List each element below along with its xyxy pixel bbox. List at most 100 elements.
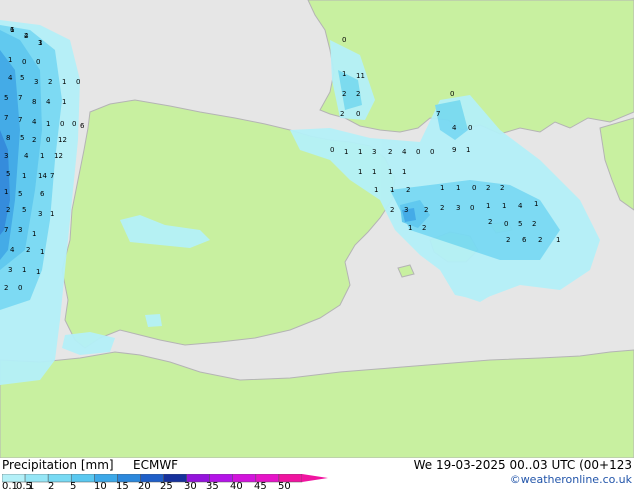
precip-value-label: 4 xyxy=(10,246,15,254)
precip-value-label: 1 xyxy=(456,184,460,192)
precip-value-label: 1 xyxy=(358,168,362,176)
precip-value-label: 0 xyxy=(468,124,472,132)
precip-value-label: 2 xyxy=(26,246,30,254)
precip-value-label: 7 xyxy=(4,226,8,234)
precip-value-label: 4 xyxy=(402,148,407,156)
precip-value-label: 1 xyxy=(46,120,50,128)
precip-value-label: 4 xyxy=(452,124,457,132)
precip-value-label: 0 xyxy=(76,78,80,86)
precip-value-label: 1 xyxy=(402,168,406,176)
precip-value-label: 5 xyxy=(22,206,26,214)
precip-value-label: 1 xyxy=(62,78,66,86)
precip-value-label: 5 xyxy=(518,220,522,228)
precip-value-label: 1 xyxy=(342,70,346,78)
precip-value-label: 4 xyxy=(24,152,29,160)
precip-value-label: 2 xyxy=(6,206,10,214)
precip-value-label: 9 xyxy=(452,146,456,154)
precip-value-label: 14 xyxy=(38,172,47,180)
precip-value-label: 1 xyxy=(534,200,538,208)
precip-value-label: 5 xyxy=(6,170,10,178)
precip-value-label: 1 xyxy=(486,202,490,210)
precip-value-label: 1 xyxy=(40,248,44,256)
precip-value-label: 7 xyxy=(18,94,22,102)
precip-value-label: 1 xyxy=(62,98,66,106)
precip-value-label: 1 xyxy=(440,184,444,192)
precip-value-label: 1 xyxy=(50,210,54,218)
precip-value-label: 2 xyxy=(424,206,428,214)
precip-value-label: 0 xyxy=(342,36,346,44)
precip-value-label: 0 xyxy=(470,204,474,212)
precip-value-label: 0 xyxy=(450,90,454,98)
precip-value-label: 2 xyxy=(48,78,52,86)
footer-model: ECMWF xyxy=(133,458,179,472)
precip-value-label: 4 xyxy=(32,118,37,126)
precip-value-label: 0 xyxy=(356,110,360,118)
footer: Precipitation [mm] ECMWF We 19-03-2025 0… xyxy=(0,458,634,492)
precip-value-label: 2 xyxy=(538,236,542,244)
footer-credit: ©weatheronline.co.uk xyxy=(509,473,632,486)
precip-value-label: 6 xyxy=(522,236,527,244)
precip-value-label: 3 xyxy=(34,78,38,86)
precip-value-label: 1 xyxy=(8,56,12,64)
precip-value-label: 1 xyxy=(40,152,44,160)
precip-value-label: 3 xyxy=(38,210,42,218)
precip-value-label: 5 xyxy=(4,94,8,102)
precip-value-label: 1 xyxy=(36,268,40,276)
precip-value-label: 2 xyxy=(388,148,392,156)
precip-value-label: 2 xyxy=(506,236,510,244)
precip-value-label: 4 xyxy=(46,98,51,106)
precip-value-label: 3 xyxy=(372,148,376,156)
precip-value-label: 1 xyxy=(466,146,470,154)
precip-value-label: 2 xyxy=(422,224,426,232)
precip-value-label: 5 xyxy=(18,190,22,198)
precip-value-label: 1 xyxy=(502,202,506,210)
precip-value-label: 2 xyxy=(390,206,394,214)
precip-value-label: 1 xyxy=(408,224,412,232)
precip-value-label: 1 xyxy=(372,168,376,176)
precip-value-label: 2 xyxy=(4,284,8,292)
precip-value-label: 2 xyxy=(356,90,360,98)
precip-value-label: 1 xyxy=(390,186,394,194)
precip-value-label: 1 xyxy=(10,26,14,34)
precip-value-label: 0 xyxy=(22,58,26,66)
precip-value-label: 0 xyxy=(472,184,476,192)
precip-value-label: 6 xyxy=(80,122,85,130)
precip-value-label: 1 xyxy=(344,148,348,156)
precip-value-label: 5 xyxy=(20,74,24,82)
precip-value-label: 1 xyxy=(358,148,362,156)
precip-value-label: 0 xyxy=(18,284,22,292)
precip-value-label: 2 xyxy=(488,218,492,226)
precip-value-label: 3 xyxy=(4,152,8,160)
precip-value-label: 1 xyxy=(32,230,36,238)
precip-value-label: 2 xyxy=(440,204,444,212)
precip-value-label: 0 xyxy=(36,58,40,66)
precip-value-label: 1 xyxy=(22,266,26,274)
precip-value-label: 2 xyxy=(342,90,346,98)
precip-value-label: 2 xyxy=(32,136,36,144)
precip-value-label: 11 xyxy=(356,72,365,80)
precip-value-label: 12 xyxy=(54,152,63,160)
legend-arrow xyxy=(302,474,328,482)
precip-value-label: 2 xyxy=(24,32,28,40)
precip-value-label: 2 xyxy=(486,184,490,192)
precipitation-map: 6411 0 04 5 3 2 1 05 7 8 4 17 7 4 1 0 0 68 5 2 0 123 4 1 125 1 14 7… xyxy=(0,0,634,458)
precip-value-label: 3 xyxy=(456,204,460,212)
precip-value-label: 3 xyxy=(18,226,22,234)
precip-value-label: 3 xyxy=(8,266,12,274)
precip-value-label: 7 xyxy=(4,114,8,122)
precip-value-label: 2 xyxy=(340,110,344,118)
precip-value-label: 1 xyxy=(388,168,392,176)
precip-value-label: 7 xyxy=(436,110,440,118)
precip-value-label: 0 xyxy=(416,148,420,156)
precip-value-label: 2 xyxy=(406,186,410,194)
precip-value-label: 12 xyxy=(58,136,67,144)
precip-value-label: 2 xyxy=(532,220,536,228)
precip-value-label: 0 xyxy=(60,120,64,128)
footer-title: Precipitation [mm] xyxy=(2,458,114,472)
precip-value-label: 1 xyxy=(556,236,560,244)
precip-value-label: 7 xyxy=(50,172,54,180)
precip-value-label: 4 xyxy=(8,74,13,82)
precip-value-label: 0 xyxy=(504,220,508,228)
precip-value-label: 3 xyxy=(404,206,408,214)
precip-value-label: 0 xyxy=(46,136,50,144)
